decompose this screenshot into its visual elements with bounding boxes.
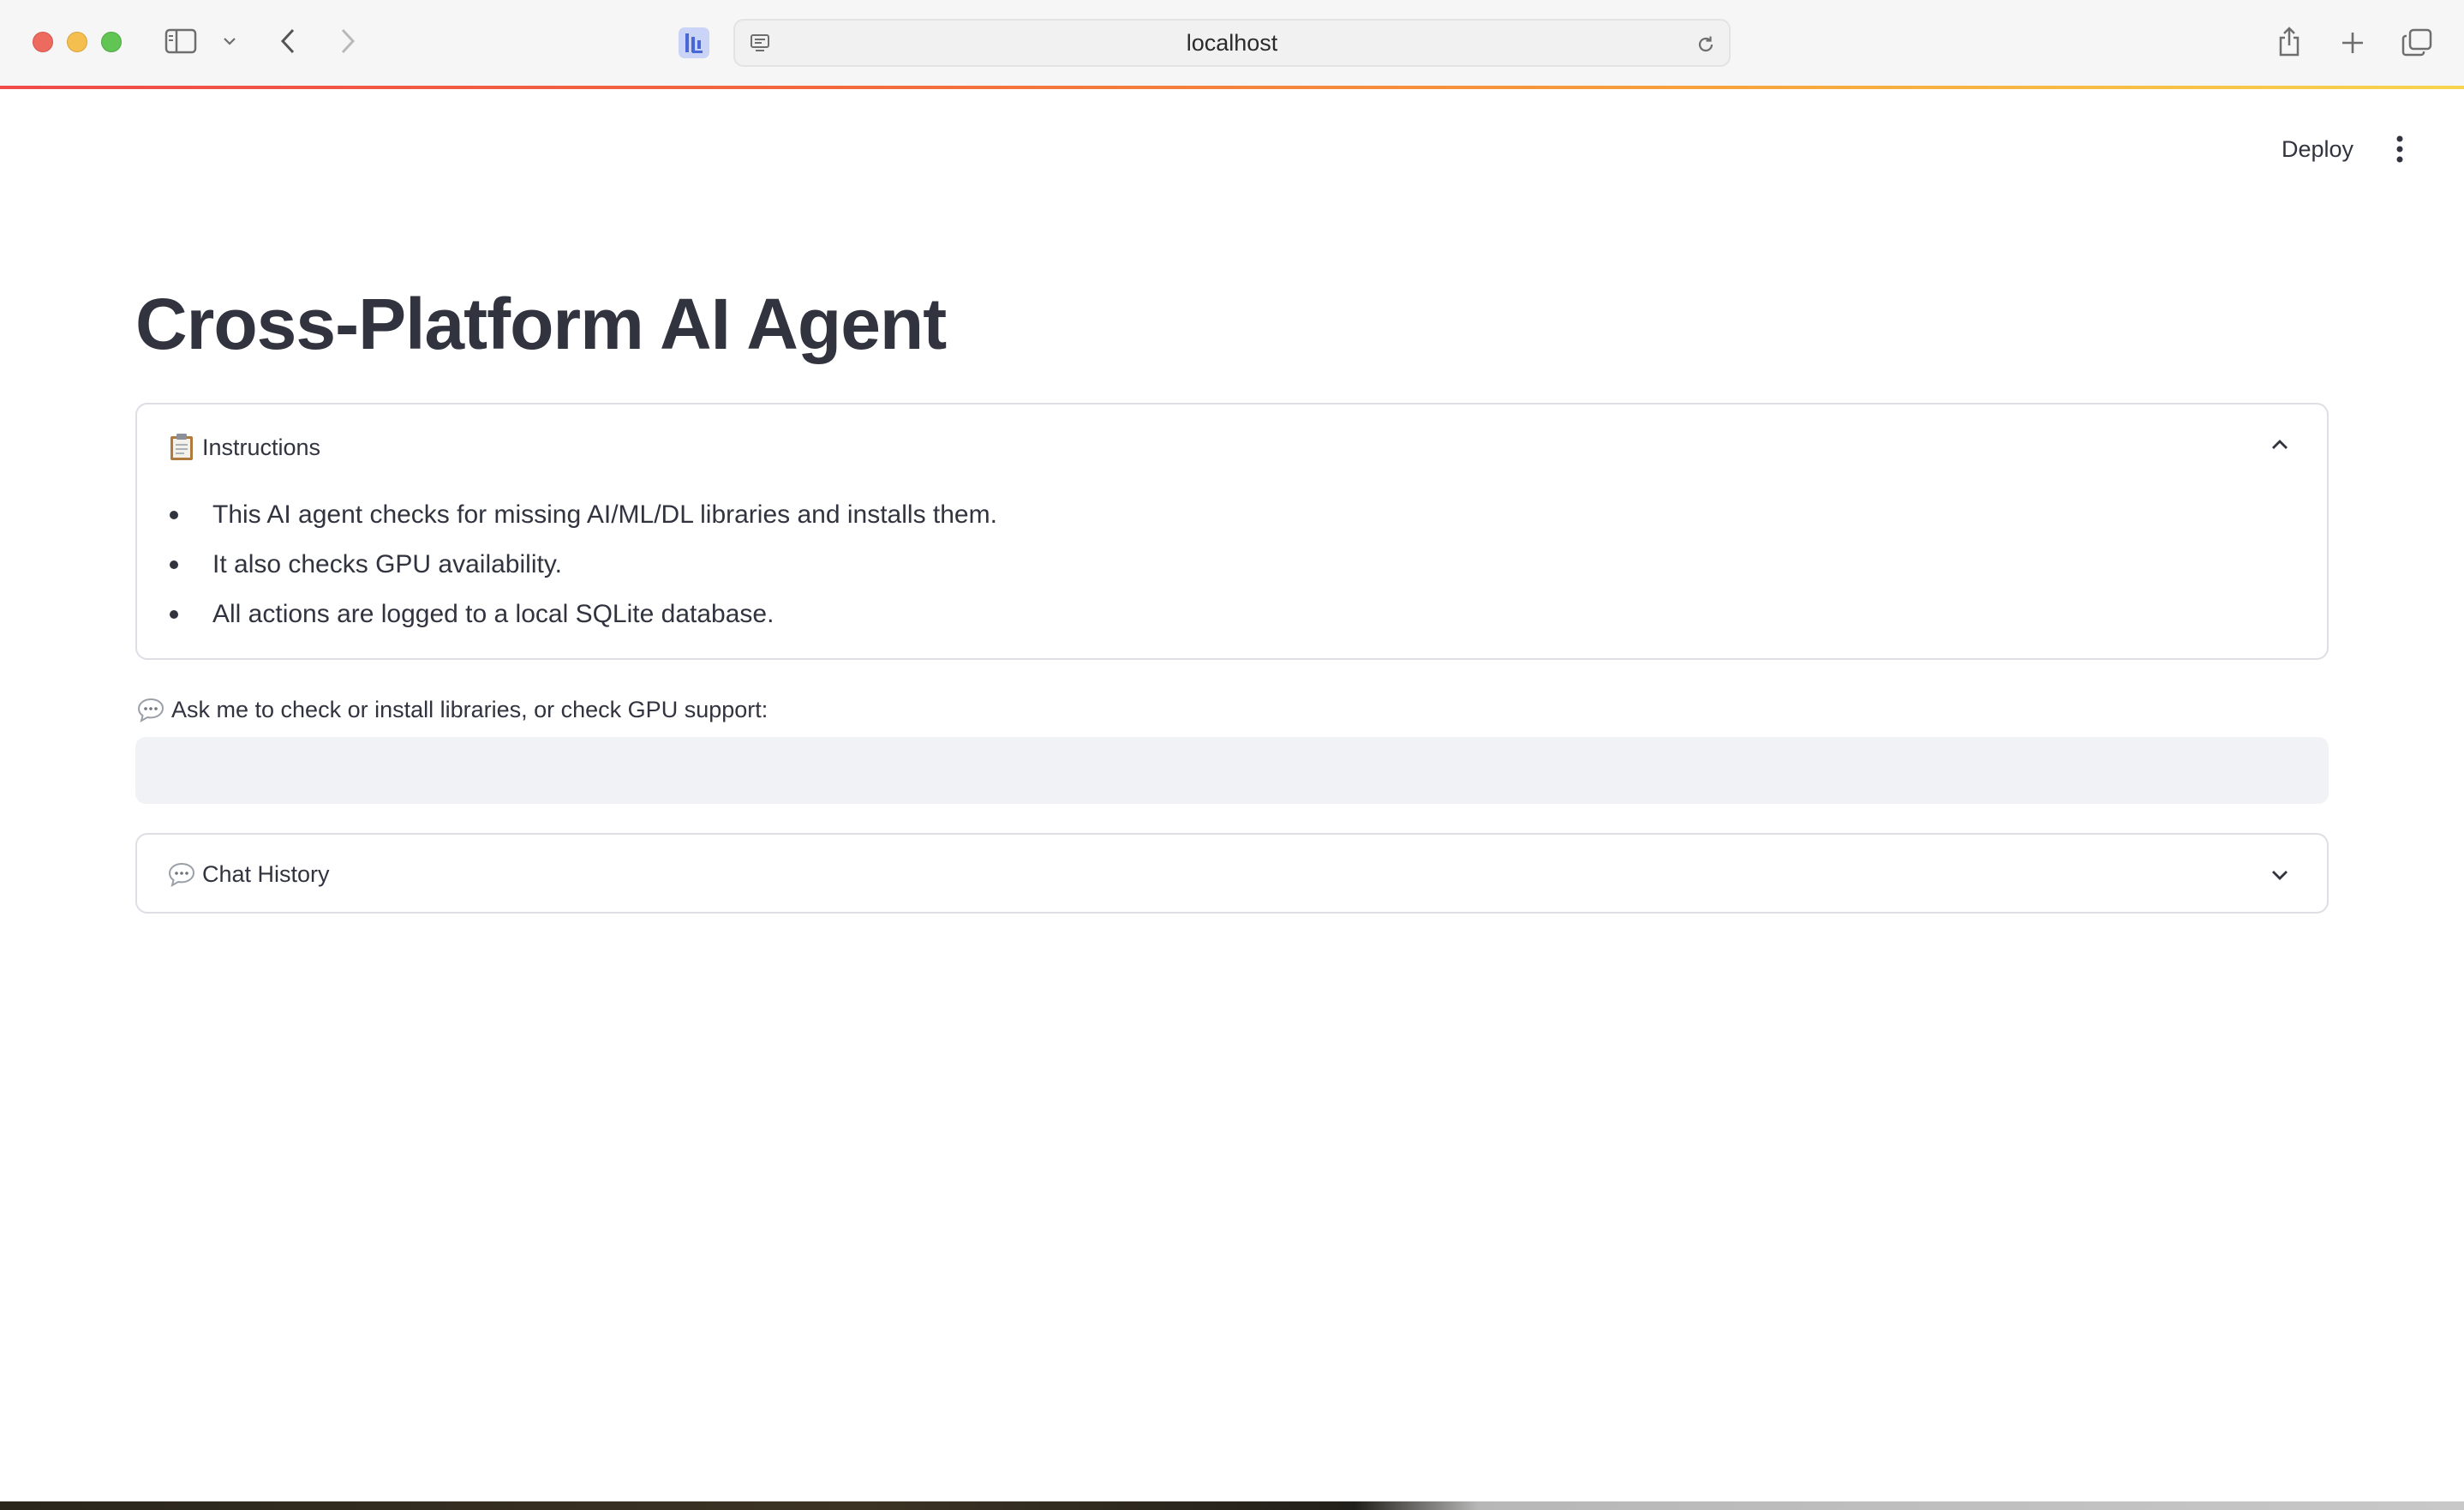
sidebar-toggle-icon[interactable] (163, 26, 199, 57)
desktop-background-strip (0, 1501, 2464, 1510)
speech-bubble-icon (135, 694, 166, 725)
list-item: This AI agent checks for missing AI/ML/D… (166, 490, 997, 540)
address-text: localhost (1186, 29, 1278, 56)
browser-toolbar: localhost (0, 0, 2464, 87)
bullet-icon (170, 560, 178, 569)
loading-accent-line (0, 86, 2464, 89)
query-input-label: Ask me to check or install libraries, or… (135, 692, 768, 727)
list-item-text: This AI agent checks for missing AI/ML/D… (212, 500, 997, 529)
instructions-expander-header[interactable]: Instructions (166, 430, 320, 464)
bullet-icon (170, 511, 178, 519)
chat-history-expander[interactable]: Chat History (135, 833, 2329, 914)
chat-history-expander-label: Chat History (202, 860, 330, 887)
speech-bubble-icon (166, 859, 197, 890)
reload-icon[interactable] (1693, 32, 1719, 57)
list-item-text: All actions are logged to a local SQLite… (212, 600, 774, 628)
forward-icon[interactable] (332, 24, 363, 58)
address-bar[interactable]: localhost (733, 19, 1731, 67)
zoom-window-button[interactable] (101, 32, 122, 52)
back-icon[interactable] (272, 24, 303, 58)
clipboard-icon (166, 432, 197, 463)
extension-icon[interactable] (677, 26, 711, 60)
chevron-down-icon[interactable] (219, 31, 240, 51)
browser-window: localhost Deploy Cross-Platform AI Agent… (0, 0, 2464, 1510)
chat-history-expander-header[interactable]: Chat History (166, 857, 330, 891)
list-item-text: It also checks GPU availability. (212, 550, 562, 578)
instructions-list: This AI agent checks for missing AI/ML/D… (166, 490, 997, 639)
chevron-down-icon[interactable] (2267, 862, 2293, 888)
instructions-expander-label: Instructions (202, 434, 321, 460)
list-item: All actions are logged to a local SQLite… (166, 590, 997, 639)
query-input[interactable] (135, 737, 2329, 804)
share-icon[interactable] (2272, 22, 2306, 62)
new-tab-icon[interactable] (2335, 26, 2370, 60)
close-window-button[interactable] (33, 32, 53, 52)
page-title: Cross-Platform AI Agent (135, 284, 947, 364)
list-item: It also checks GPU availability. (166, 540, 997, 590)
more-options-icon[interactable] (2387, 134, 2413, 165)
tab-overview-icon[interactable] (2399, 26, 2435, 60)
query-input-label-text: Ask me to check or install libraries, or… (171, 696, 769, 722)
bullet-icon (170, 610, 178, 619)
chevron-up-icon[interactable] (2267, 432, 2293, 458)
deploy-button[interactable]: Deploy (2270, 127, 2365, 171)
minimize-window-button[interactable] (67, 32, 87, 52)
instructions-expander: Instructions This AI agent checks for mi… (135, 403, 2329, 660)
